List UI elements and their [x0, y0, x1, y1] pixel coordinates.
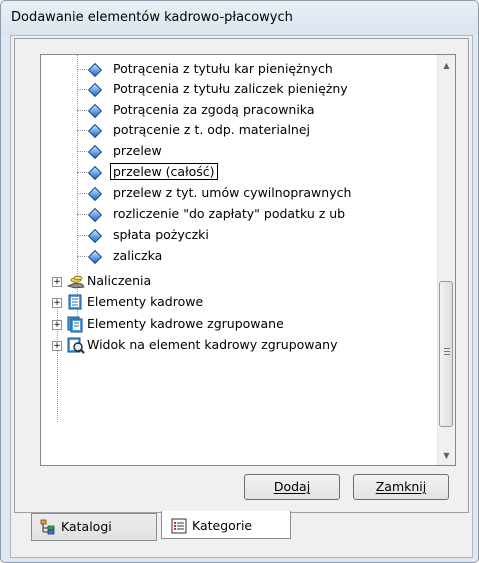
- tree-leaf-label: Potrącenia z tytułu zaliczek pieniężny: [113, 81, 348, 96]
- expand-icon[interactable]: +: [52, 341, 62, 351]
- stacked-documents-icon: [67, 316, 83, 333]
- tree-group-elementy-kadrowe-zgrupowane[interactable]: + Elementy kadrowe zgrupowane: [41, 315, 431, 335]
- tree-leaf-label: przelew (całość): [110, 163, 218, 180]
- tree-group-naliczenia[interactable]: + Naliczenia: [41, 272, 431, 292]
- tab-kategorie[interactable]: Kategorie: [161, 511, 291, 539]
- scroll-down-icon[interactable]: ▼: [438, 447, 455, 464]
- diamond-icon: [87, 103, 103, 119]
- tab-katalogi[interactable]: Katalogi: [31, 513, 157, 541]
- tree-group-elementy-kadrowe[interactable]: + Elementy kadrowe: [41, 293, 431, 313]
- tree-group-label: Elementy kadrowe zgrupowane: [87, 316, 284, 331]
- tree-group-label: Naliczenia: [87, 273, 152, 288]
- expand-icon[interactable]: +: [52, 298, 62, 308]
- tree-group-label: Widok na element kadrowy zgrupowany: [87, 337, 338, 352]
- add-button-label: Dodaj: [273, 479, 311, 494]
- tree-leaf-label: przelew: [113, 143, 162, 158]
- element-tree[interactable]: Potrącenia z tytułu kar pieniężnych Potr…: [40, 54, 456, 466]
- tree-leaf-label: potrącenie z t. odp. materialnej: [113, 122, 311, 137]
- window-title: Dodawanie elementów kadrowo-płacowych: [11, 10, 293, 25]
- close-button[interactable]: Zamknij: [353, 474, 449, 500]
- diamond-icon: [87, 186, 103, 202]
- dialog-client-area: Potrącenia z tytułu kar pieniężnych Potr…: [10, 35, 473, 558]
- diamond-icon: [87, 165, 103, 181]
- tree-scrollbar[interactable]: ▲ ▼: [437, 55, 455, 465]
- tree-group-widok[interactable]: + Widok na element kadrowy zgrupowany: [41, 336, 431, 356]
- tree-leaf-label: przelew z tyt. umów cywilnoprawnych: [113, 185, 352, 200]
- catalog-tree-icon: [40, 519, 56, 543]
- expand-icon[interactable]: +: [52, 277, 62, 287]
- tree-leaf-label: spłata pożyczki: [113, 227, 209, 242]
- tree-leaf-label: zaliczka: [113, 248, 163, 263]
- title-bar[interactable]: Dodawanie elementów kadrowo-płacowych: [1, 1, 478, 35]
- expand-icon[interactable]: +: [52, 320, 62, 330]
- close-button-label: Zamknij: [375, 479, 427, 494]
- hand-coins-icon: [66, 274, 85, 290]
- scrollbar-thumb[interactable]: [439, 281, 453, 427]
- tab-kategorie-label: Kategorie: [192, 518, 253, 533]
- diamond-icon: [87, 207, 103, 223]
- diamond-icon: [87, 144, 103, 160]
- document-list-icon: [68, 294, 84, 310]
- tree-viewport: Potrącenia z tytułu kar pieniężnych Potr…: [41, 55, 436, 465]
- tree-leaf-label: rozliczenie "do zapłaty" podatku z ub: [113, 206, 346, 221]
- tree-leaf-label: Potrącenia z tytułu kar pieniężnych: [113, 61, 333, 76]
- tab-panel: Potrącenia z tytułu kar pieniężnych Potr…: [14, 38, 469, 513]
- diamond-icon: [87, 82, 103, 98]
- tree-group-label: Elementy kadrowe: [87, 294, 204, 309]
- magnifier-document-icon: [67, 337, 85, 354]
- diamond-icon: [87, 228, 103, 244]
- diamond-icon: [87, 62, 103, 78]
- diamond-icon: [87, 123, 103, 139]
- scroll-up-icon[interactable]: ▲: [438, 57, 455, 74]
- tree-leaf-label: Potrącenia za zgodą pracownika: [113, 102, 315, 117]
- category-list-icon: [171, 518, 187, 542]
- dialog-window: Dodawanie elementów kadrowo-płacowych Po…: [0, 0, 479, 563]
- diamond-icon: [87, 249, 103, 265]
- add-button[interactable]: Dodaj: [244, 474, 340, 500]
- tab-katalogi-label: Katalogi: [61, 519, 112, 534]
